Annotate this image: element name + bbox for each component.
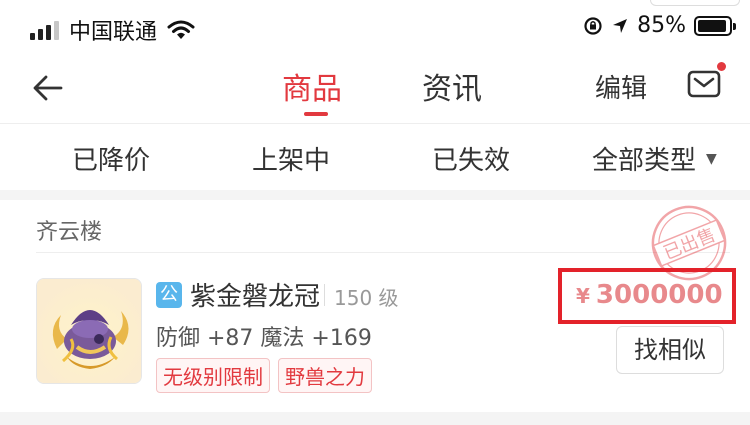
back-arrow-icon	[33, 75, 63, 101]
level-separator	[324, 284, 325, 306]
carrier-name: 中国联通	[69, 20, 158, 45]
item-tags: 无级别限制 野兽之力	[156, 358, 372, 393]
filter-all-types[interactable]: 全部类型 ▼	[592, 140, 717, 177]
battery-icon	[694, 15, 736, 36]
edit-button[interactable]: 编辑	[595, 68, 647, 105]
wifi-icon	[167, 20, 195, 39]
tag-beast-power: 野兽之力	[278, 358, 372, 393]
price-highlight-box: ¥3000000	[558, 268, 736, 324]
page: 中国联通 85% 商品 资讯 编辑 已降价 上架中 已失效 全部类型 ▼ 齐云楼…	[0, 0, 750, 425]
item-level: 150 级	[334, 286, 399, 310]
tab-news-label: 资讯	[422, 72, 482, 107]
price-value: 3000000	[595, 280, 723, 310]
active-tab-indicator	[304, 112, 328, 116]
location-arrow-icon	[613, 18, 628, 33]
battery-percentage: 85%	[637, 13, 686, 38]
caret-down-icon: ▼	[706, 150, 717, 167]
status-left: 中国联通	[30, 14, 195, 46]
shop-name: 齐云楼	[36, 220, 103, 245]
filter-price-dropped[interactable]: 已降价	[72, 140, 150, 177]
filter-expired[interactable]: 已失效	[432, 140, 510, 177]
rotation-lock-icon	[584, 16, 602, 35]
filter-all-types-label: 全部类型	[592, 146, 697, 176]
filter-on-sale[interactable]: 上架中	[252, 140, 330, 177]
dragon-crown-image	[37, 279, 141, 383]
item-price: ¥3000000	[576, 280, 723, 310]
filter-bar: 已降价 上架中 已失效 全部类型 ▼	[0, 126, 750, 188]
find-similar-button[interactable]: 找相似	[616, 326, 724, 374]
item-stats: 防御 +87 魔法 +169	[156, 326, 372, 351]
nav-divider	[0, 123, 750, 124]
currency-symbol: ¥	[576, 284, 590, 308]
item-name[interactable]: 紫金磐龙冠	[190, 276, 320, 313]
status-right: 85%	[583, 13, 736, 38]
nav-bar: 商品 资讯 编辑	[0, 56, 750, 122]
signal-icon	[30, 20, 59, 40]
section-gap	[0, 190, 750, 200]
tag-no-level-limit: 无级别限制	[156, 358, 270, 393]
back-button[interactable]	[28, 68, 68, 108]
window-edge	[650, 0, 740, 6]
listing-card: 齐云楼 已出售 公 紫金磐龙冠 150 级 防御 +87 魔法 +169 无级别…	[0, 200, 750, 412]
tab-goods[interactable]: 商品	[282, 64, 342, 116]
tab-goods-label: 商品	[282, 72, 342, 107]
unread-dot	[717, 62, 726, 71]
mail-icon	[687, 70, 721, 98]
item-thumbnail[interactable]	[36, 278, 142, 384]
bottom-gap	[0, 412, 750, 425]
message-button[interactable]	[686, 62, 726, 102]
tab-news[interactable]: 资讯	[422, 64, 482, 108]
status-bar: 中国联通 85%	[0, 0, 750, 56]
official-badge: 公	[156, 282, 182, 308]
card-divider	[36, 252, 730, 253]
